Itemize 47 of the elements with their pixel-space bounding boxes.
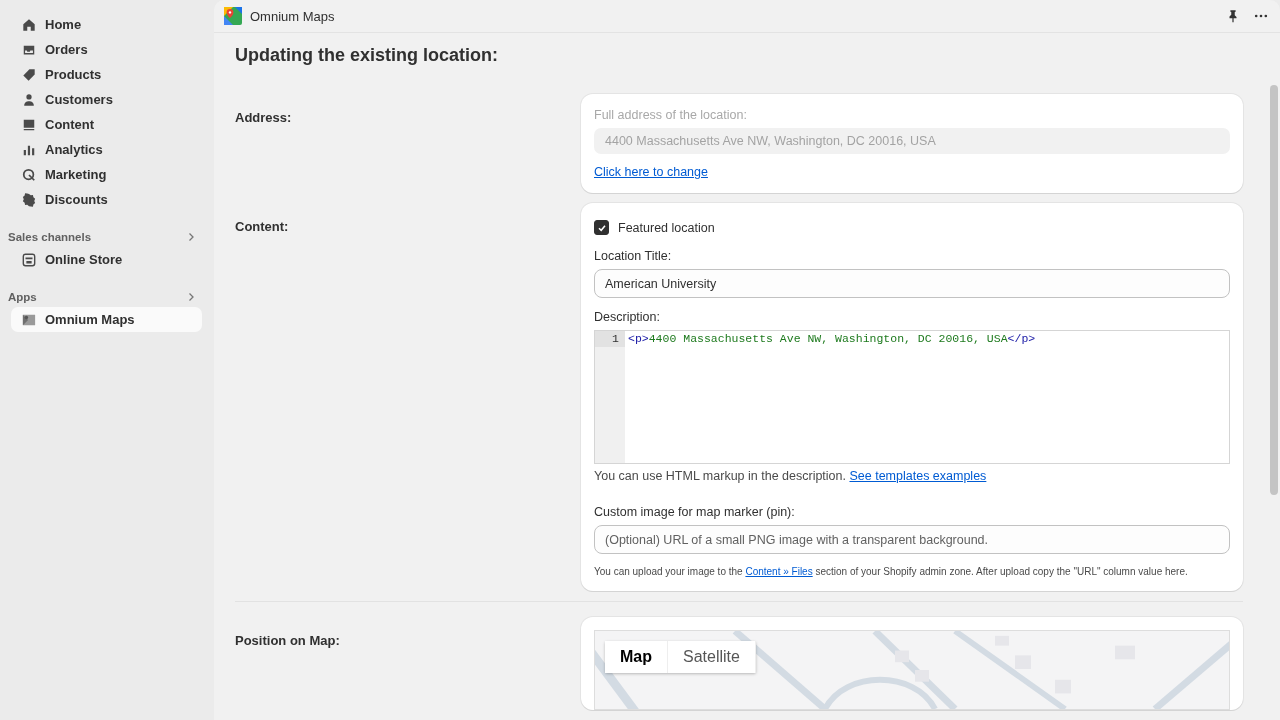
url-field[interactable]: (Optional) URL of a small PNG image with a transparent background. [594,525,1230,554]
hint-text: You can use HTML markup in the description. See templates examples [594,469,987,483]
code-editor[interactable]: 1 <p>4400 Massachusetts Ave NW, Washington, DC 20016, USA</p> [594,330,1230,464]
nav-item[interactable]: Discounts [11,187,202,212]
section-label: Address: [235,109,293,127]
checkmark-icon [596,222,607,233]
field-label: Custom image for map marker (pin): [594,505,795,519]
person-icon [22,92,36,107]
field-label: Location Title: [594,249,672,263]
app-title: Omnium Maps [250,8,335,24]
section-label: Content: [235,218,290,236]
templates-link[interactable]: See templates examples [849,469,987,483]
nav-item[interactable]: Orders [11,37,202,62]
nav-item[interactable]: Online Store [11,247,202,272]
code-line: <p>4400 Massachusetts Ave NW, Washington, DC 20016, USA</p> [628,331,1037,347]
map-type-tab[interactable]: Map [605,641,668,673]
section-label: Position on Map: [235,632,341,650]
scrollbar[interactable] [1270,85,1278,495]
checkbox[interactable] [594,220,609,235]
nav-item[interactable]: Content [11,112,202,137]
tag-icon [22,67,36,82]
change-link[interactable]: Click here to change [594,165,708,179]
map-icon [22,312,36,327]
title-field[interactable]: American University [594,269,1230,298]
nav-item[interactable]: Omnium Maps [11,307,202,332]
monitor-icon [22,117,36,132]
files-link[interactable]: Content » Files [745,566,813,577]
store-icon [22,252,36,267]
checkbox-label: Featured location [618,220,715,235]
section-title: Sales channels [8,231,92,243]
home-icon [22,17,36,32]
nav-item[interactable]: Customers [11,87,202,112]
badge-icon [22,192,36,207]
field-label: Full address of the location: [594,108,747,122]
chevron-right-icon[interactable] [186,232,196,242]
map-type-tab[interactable]: Satellite [668,641,756,673]
chevron-right-icon[interactable] [186,292,196,302]
nav-item[interactable]: Analytics [11,137,202,162]
hint-text: You can upload your image to the Content » Files section of your Shopify admin zone. After upload copy the "URL" column value here. [594,566,1188,577]
map-logo-icon [224,7,242,25]
page-heading: Updating the existing location: [235,45,499,66]
nav-item[interactable]: Home [11,12,202,37]
nav-item[interactable]: Marketing [11,162,202,187]
section-title: Apps [8,291,37,303]
line-number: 1 [595,331,625,347]
nav-item[interactable]: Products [11,62,202,87]
field-label: Description: [594,310,660,324]
